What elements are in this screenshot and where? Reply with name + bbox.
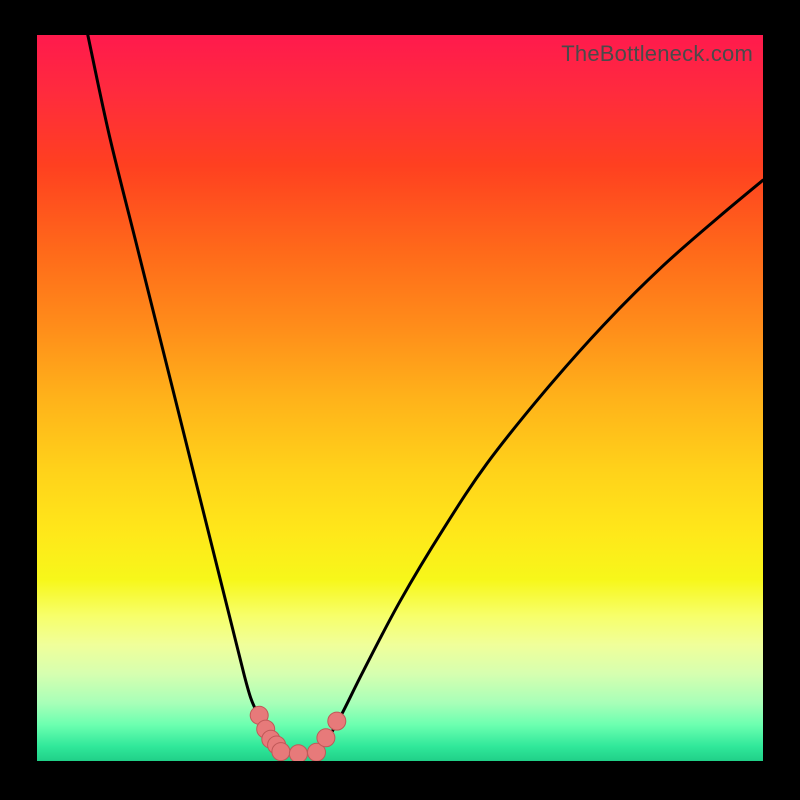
data-marker [289, 745, 307, 761]
data-marker [328, 712, 346, 730]
outer-frame: TheBottleneck.com [0, 0, 800, 800]
curve-layer [37, 35, 763, 761]
data-marker [272, 743, 290, 761]
curve-left-branch [88, 35, 281, 752]
data-marker [317, 729, 335, 747]
markers-group [250, 706, 346, 761]
plot-area: TheBottleneck.com [37, 35, 763, 761]
curve-right-branch [317, 180, 764, 752]
